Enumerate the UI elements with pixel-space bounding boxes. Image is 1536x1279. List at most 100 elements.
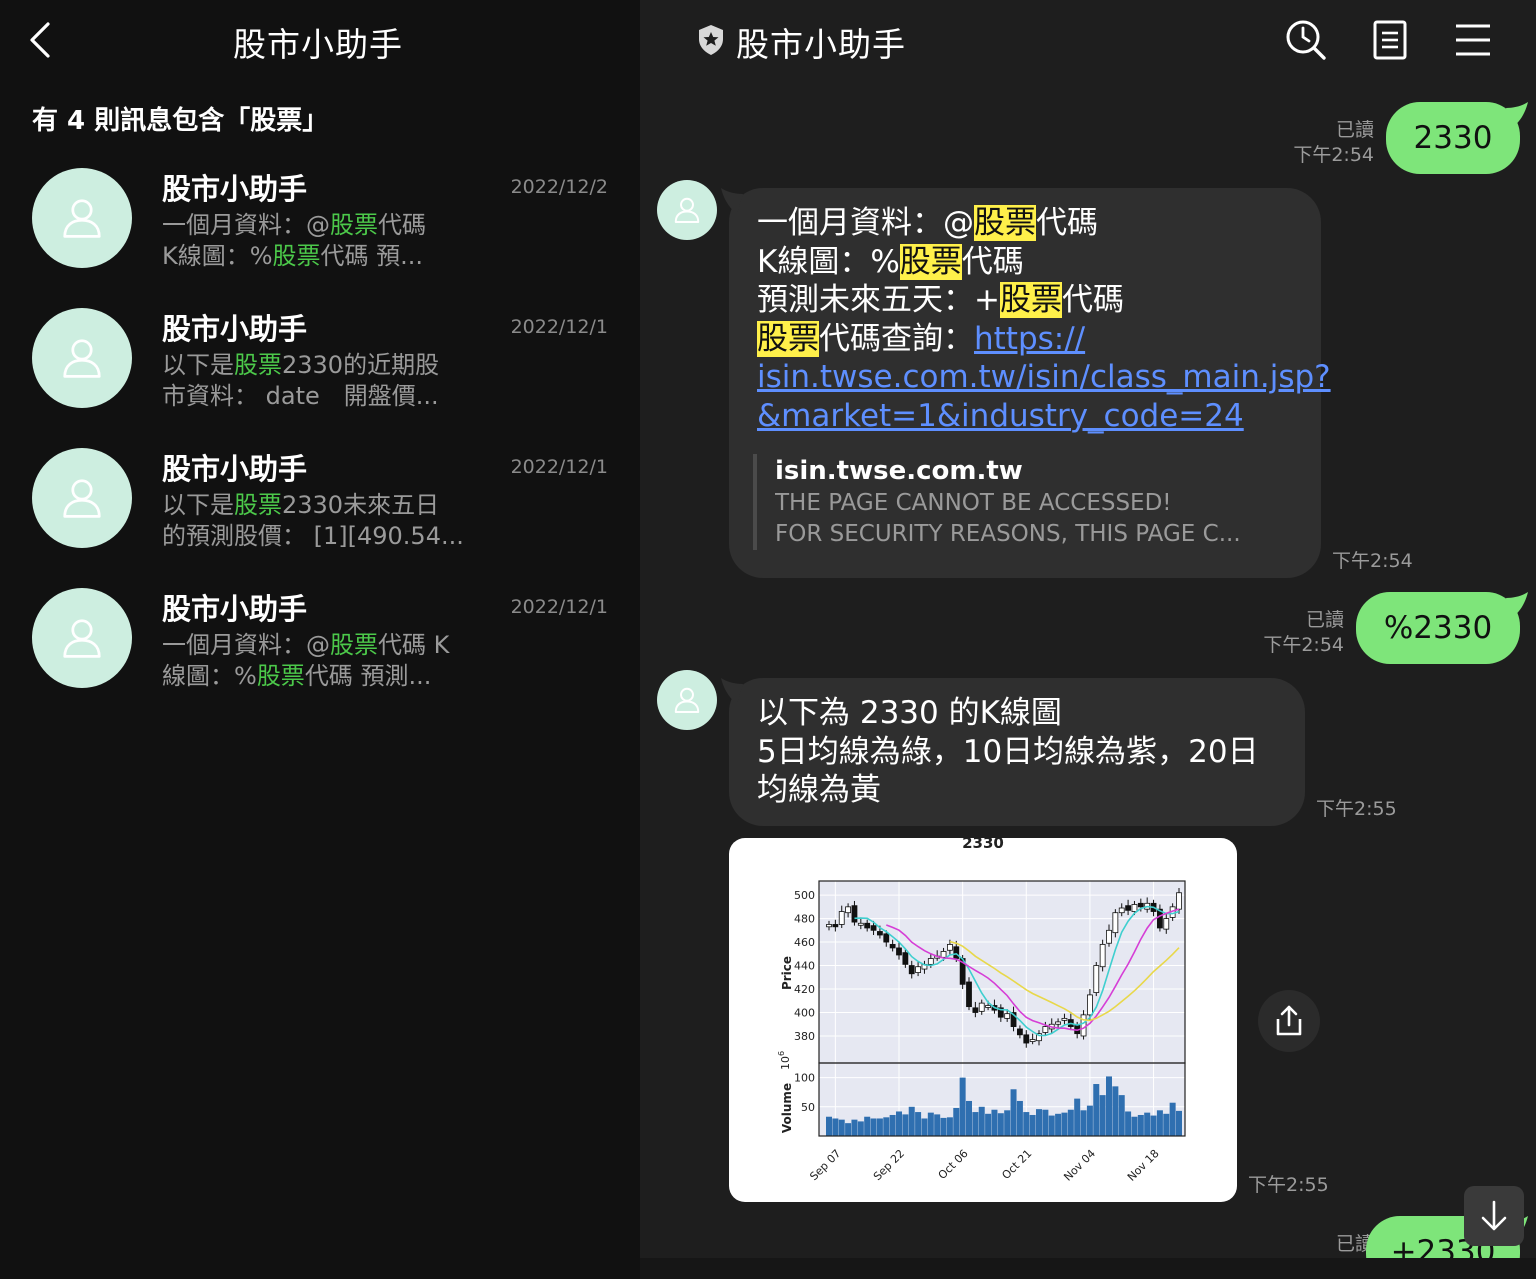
volume-bar: [1099, 1095, 1106, 1136]
result-preview: 一個月資料：@股票代碼 K 線圖：%股票代碼 預測...: [162, 631, 450, 690]
volume-bar: [1163, 1113, 1170, 1136]
scroll-to-bottom-button[interactable]: [1464, 1186, 1524, 1246]
candle: [1087, 994, 1093, 1016]
search-result-item[interactable]: 股市小助手 2022/12/1 以下是股票2330未來五日 的預測股價： [1][4…: [0, 420, 640, 560]
volume-bar: [908, 1106, 915, 1136]
candle: [1055, 1021, 1061, 1025]
volume-bar: [959, 1077, 966, 1136]
incoming-message[interactable]: 一個月資料：@股票代碼 K線圖：%股票代碼 預測未來五天：+股票代碼 股票代碼查…: [721, 188, 1331, 578]
share-button[interactable]: [1258, 990, 1320, 1052]
result-preview: 一個月資料：@股票代碼 K線圖：%股票代碼 預...: [162, 211, 426, 270]
message-meta: 已讀 下午2:54: [1210, 608, 1344, 658]
date-tick-label: Nov 18: [1125, 1147, 1162, 1184]
message-meta: 已讀: [1240, 1232, 1374, 1257]
arrow-down-icon: [1481, 1200, 1507, 1231]
volume-bar: [1106, 1076, 1112, 1136]
preview-domain: isin.twse.com.tw: [775, 456, 1023, 486]
volume-bar: [978, 1106, 985, 1136]
volume-bar: [1176, 1110, 1182, 1136]
search-result-item[interactable]: 股市小助手 2022/12/1 以下是股票2330的近期股 市資料： date 開盤…: [0, 280, 640, 420]
volume-bar: [972, 1112, 979, 1136]
candle: [1029, 1039, 1036, 1042]
chat-header: 股市小助手: [640, 0, 1536, 80]
volume-bar: [902, 1114, 909, 1136]
keyword-highlight: 股票: [330, 211, 378, 239]
volume-bar: [845, 1123, 852, 1136]
date-tick-label: Oct 06: [936, 1147, 971, 1182]
person-icon: [63, 619, 101, 658]
volume-bar: [1080, 1110, 1087, 1136]
candle: [978, 1002, 985, 1012]
notes-button[interactable]: [1368, 18, 1412, 62]
result-count: 有 4 則訊息包含「股票」: [32, 106, 329, 136]
url-link[interactable]: &market=1&industry_code=24: [757, 397, 1305, 436]
candle: [838, 911, 845, 925]
candle: [1004, 1013, 1011, 1019]
person-icon: [63, 339, 101, 378]
volume-bar: [1042, 1109, 1049, 1136]
result-name: 股市小助手: [162, 592, 308, 626]
volume-bar: [1074, 1098, 1081, 1136]
candle: [908, 965, 915, 975]
preview-description: FOR SECURITY REASONS, THIS PAGE C...: [775, 521, 1241, 547]
candle: [889, 944, 896, 949]
volume-bar: [1156, 1110, 1163, 1136]
result-name: 股市小助手: [162, 452, 308, 486]
candle: [883, 933, 890, 943]
keyword-highlight: 股票: [974, 205, 1036, 241]
volume-bar: [864, 1116, 871, 1136]
person-icon: [63, 199, 101, 238]
volume-bar: [1036, 1109, 1042, 1136]
candle: [1112, 912, 1119, 934]
keyword-highlight: 股票: [234, 491, 282, 519]
candle: [1137, 902, 1144, 908]
search-result-item[interactable]: 股市小助手 2022/12/1 一個月資料：@股票代碼 K 線圖：%股票代碼 預測.…: [0, 560, 640, 700]
url-link[interactable]: isin.twse.com.tw/isin/class_main.jsp?: [757, 358, 1331, 397]
volume-bar: [997, 1113, 1004, 1136]
search-button[interactable]: [1284, 18, 1328, 62]
volume-bar: [1061, 1112, 1068, 1136]
volume-bar: [934, 1114, 941, 1136]
outgoing-message[interactable]: 2330: [1386, 102, 1528, 174]
candle: [1176, 892, 1182, 910]
keyword-highlight: 股票: [757, 320, 819, 357]
volume-bar: [1023, 1112, 1030, 1136]
price-tick-label: 420: [794, 983, 815, 996]
result-preview: 以下是股票2330未來五日 的預測股價： [1][490.54...: [162, 491, 464, 550]
keyword-highlight: 股票: [330, 631, 378, 659]
candle: [915, 966, 921, 973]
volume-bar: [1131, 1116, 1138, 1136]
outgoing-message[interactable]: %2330: [1356, 592, 1528, 664]
candle: [1131, 904, 1138, 912]
volume-bar: [985, 1113, 992, 1136]
price-tick-label: 380: [794, 1030, 815, 1043]
price-axis-label: Price: [780, 956, 794, 990]
candle: [947, 944, 953, 951]
url-link[interactable]: https://: [974, 321, 1085, 357]
volume-bar: [889, 1114, 896, 1136]
message-time: 下午2:54: [1293, 144, 1374, 166]
volume-tick-label: 100: [794, 1072, 815, 1085]
avatar: [32, 168, 132, 268]
candle: [1042, 1026, 1049, 1033]
candle: [966, 981, 972, 1008]
volume-bar: [953, 1107, 960, 1136]
chart-title: 2330: [962, 838, 1004, 852]
menu-button[interactable]: [1452, 18, 1496, 62]
search-result-item[interactable]: 股市小助手 2022/12/2 一個月資料：@股票代碼 K線圖：%股票代碼 預...: [0, 140, 640, 280]
bot-avatar[interactable]: [657, 670, 717, 730]
chart-image-message[interactable]: 380 400 420 440 460 480 500 50 100 Sep 07 Sep 22 Oc…: [729, 838, 1237, 1202]
candle: [1163, 918, 1170, 930]
candle: [1099, 944, 1106, 968]
candle: [1061, 1017, 1068, 1021]
incoming-message[interactable]: 以下為 2330 的K線圖 5日均線為綠，10日均線為紫，20日 均線為黃: [721, 678, 1305, 826]
link-preview-card[interactable]: isin.twse.com.tw THE PAGE CANNOT BE ACCE…: [753, 454, 1293, 550]
message-meta: 已讀 下午2:54: [1240, 118, 1374, 168]
volume-bar: [857, 1121, 864, 1136]
message-time: 下午2:54: [1332, 550, 1413, 572]
volume-bar: [838, 1119, 845, 1136]
bot-avatar[interactable]: [657, 180, 717, 240]
volume-bar: [1144, 1112, 1151, 1136]
keyword-highlight: 股票: [272, 242, 321, 270]
volume-bar: [940, 1117, 947, 1136]
